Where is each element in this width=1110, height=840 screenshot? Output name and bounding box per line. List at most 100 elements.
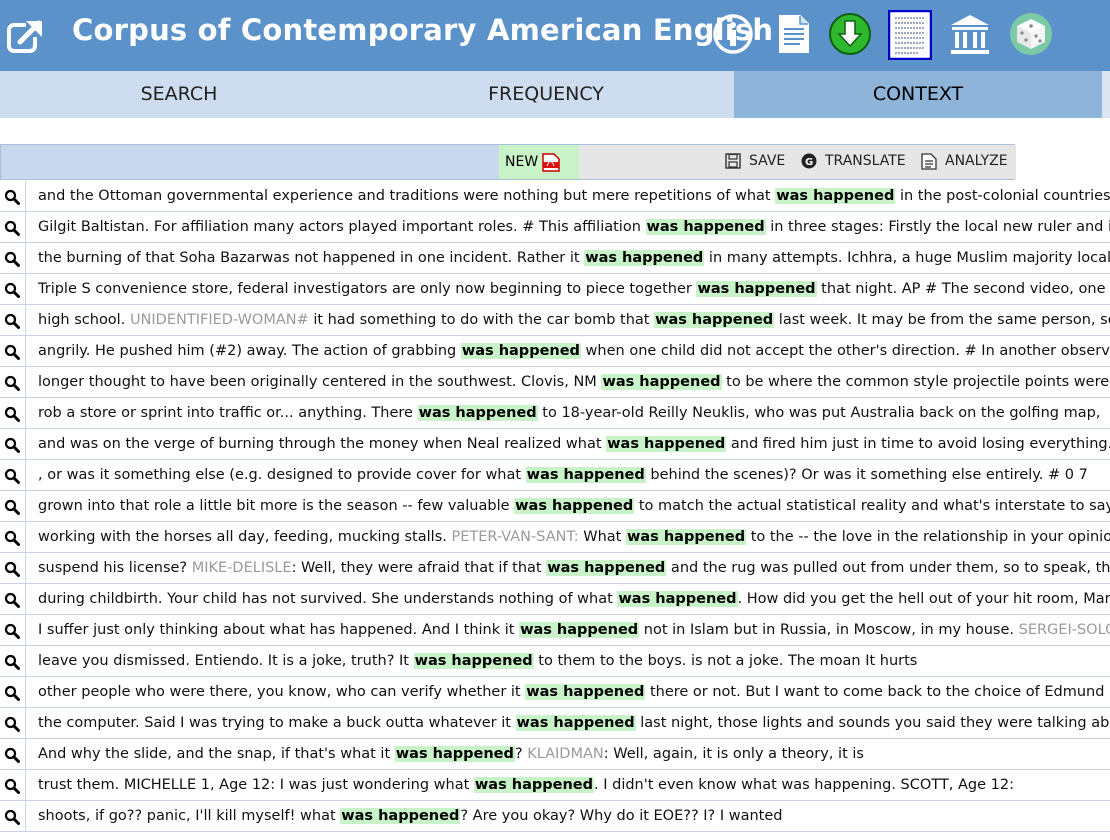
left-context: it had something to do with the car bomb… (308, 312, 655, 328)
result-row[interactable]: and was on the verge of burning through … (0, 429, 1110, 460)
result-row[interactable]: Triple S convenience store, federal inve… (0, 274, 1110, 305)
expand-context-button[interactable] (0, 243, 26, 273)
expand-context-button[interactable] (0, 708, 26, 738)
right-context: in three stages: Firstly the local new r… (770, 219, 1110, 235)
tab-frequency[interactable]: FREQUENCY (358, 71, 734, 118)
magnifier-icon (4, 499, 20, 515)
result-row[interactable]: suspend his license? MIKE-DELISLE: Well,… (0, 553, 1110, 584)
keyword-match: was happened (417, 405, 538, 421)
translate-button[interactable]: G TRANSLATE (801, 145, 911, 179)
external-link-icon[interactable] (6, 16, 46, 56)
result-row[interactable]: shoots, if go?? panic, I'll kill myself!… (0, 801, 1110, 832)
keyword-match: was happened (601, 374, 722, 390)
result-row[interactable]: working with the horses all day, feeding… (0, 522, 1110, 553)
magnifier-icon (4, 437, 20, 453)
right-context: last week. It may be from the same perso… (778, 312, 1110, 328)
result-row[interactable]: during childbirth. Your child has not su… (0, 584, 1110, 615)
result-row[interactable]: trust them. MICHELLE 1, Age 12: I was ju… (0, 770, 1110, 801)
expand-context-button[interactable] (0, 212, 26, 242)
save-button[interactable]: SAVE (725, 145, 795, 179)
app-header: Corpus of Contemporary American English (0, 0, 1110, 71)
info-icon[interactable] (711, 12, 755, 56)
right-context: and fired him just in time to avoid losi… (730, 436, 1110, 452)
left-context: suspend his license? (38, 560, 192, 576)
pdf-icon (542, 153, 560, 172)
magnifier-icon (4, 778, 20, 794)
left-context: high school. (38, 312, 130, 328)
keyword-match: was happened (696, 281, 817, 297)
expand-context-button[interactable] (0, 491, 26, 521)
result-row[interactable]: And why the slide, and the snap, if that… (0, 739, 1110, 770)
result-row[interactable]: Gilgit Baltistan. For affiliation many a… (0, 212, 1110, 243)
context-text: the burning of that Soha Bazarwas not ha… (38, 243, 1110, 273)
context-text: , or was it something else (e.g. designe… (38, 460, 1088, 490)
right-context: : Well, again, it is only a theory, it i… (603, 746, 864, 762)
result-row[interactable]: other people who were there, you know, w… (0, 677, 1110, 708)
analyze-button[interactable]: ANALYZE (921, 145, 1013, 179)
expand-context-button[interactable] (0, 553, 26, 583)
result-row[interactable]: and the Ottoman governmental experience … (0, 181, 1110, 212)
new-pdf-button[interactable]: NEW (499, 145, 579, 179)
left-context: And why the slide, and the snap, if that… (38, 746, 395, 762)
texts-icon[interactable] (888, 10, 932, 60)
result-row[interactable]: the computer. Said I was trying to make … (0, 708, 1110, 739)
left-context: Gilgit Baltistan. For affiliation many a… (38, 219, 646, 235)
document-icon[interactable] (772, 12, 816, 56)
left-context: leave you dismissed. Entiendo. It is a j… (38, 653, 414, 669)
result-row[interactable]: , or was it something else (e.g. designe… (0, 460, 1110, 491)
result-row[interactable]: angrily. He pushed him (#2) away. The ac… (0, 336, 1110, 367)
expand-context-button[interactable] (0, 677, 26, 707)
left-context: trust them. MICHELLE 1, Age 12: I was ju… (38, 777, 474, 793)
result-row[interactable]: high school. UNIDENTIFIED-WOMAN# it had … (0, 305, 1110, 336)
expand-context-button[interactable] (0, 460, 26, 490)
right-context: to match the actual statistical reality … (638, 498, 1110, 514)
keyword-match: was happened (775, 188, 896, 204)
translate-label: TRANSLATE (825, 153, 906, 169)
right-context: ? (514, 746, 528, 762)
keyword-match: was happened (525, 684, 646, 700)
right-context: to 18-year-old Reilly Neuklis, who was p… (537, 405, 1101, 421)
expand-context-button[interactable] (0, 801, 26, 831)
keyword-match: was happened (546, 560, 667, 576)
context-text: I suffer just only thinking about what h… (38, 615, 1110, 645)
expand-context-button[interactable] (0, 522, 26, 552)
result-row[interactable]: grown into that role a little bit more i… (0, 491, 1110, 522)
expand-context-button[interactable] (0, 584, 26, 614)
dice-icon[interactable] (1009, 12, 1053, 56)
tab-context[interactable]: CONTEXT (734, 71, 1102, 118)
kwic-results: and the Ottoman governmental experience … (0, 181, 1110, 832)
download-icon[interactable] (828, 12, 872, 56)
result-row[interactable]: I suffer just only thinking about what h… (0, 615, 1110, 646)
expand-context-button[interactable] (0, 367, 26, 397)
magnifier-icon (4, 375, 20, 391)
tab-search[interactable]: SEARCH (0, 71, 358, 118)
expand-context-button[interactable] (0, 429, 26, 459)
context-text: rob a store or sprint into traffic or...… (38, 398, 1101, 428)
result-row[interactable]: leave you dismissed. Entiendo. It is a j… (0, 646, 1110, 677)
expand-context-button[interactable] (0, 305, 26, 335)
result-row[interactable]: rob a store or sprint into traffic or...… (0, 398, 1110, 429)
right-context: ? Are you okay? Why do it EOE?? I? I wan… (460, 808, 783, 824)
tab-bar: SEARCH FREQUENCY CONTEXT (0, 71, 1110, 118)
result-row[interactable]: the burning of that Soha Bazarwas not ha… (0, 243, 1110, 274)
expand-context-button[interactable] (0, 181, 26, 211)
magnifier-icon (4, 747, 20, 763)
expand-context-button[interactable] (0, 646, 26, 676)
save-icon (725, 153, 741, 169)
museum-icon[interactable] (948, 12, 992, 56)
results-toolbar: NEW SAVE G TRANSLATE ANALYZE (0, 144, 1016, 180)
expand-context-button[interactable] (0, 398, 26, 428)
left-context: the computer. Said I was trying to make … (38, 715, 516, 731)
keyword-match: was happened (606, 436, 727, 452)
right-context: to the -- the love in the relationship i… (746, 529, 1110, 545)
svg-text:G: G (805, 157, 813, 168)
result-row[interactable]: longer thought to have been originally c… (0, 367, 1110, 398)
context-text: and was on the verge of burning through … (38, 429, 1110, 459)
context-text: other people who were there, you know, w… (38, 677, 1104, 707)
expand-context-button[interactable] (0, 770, 26, 800)
expand-context-button[interactable] (0, 336, 26, 366)
expand-context-button[interactable] (0, 615, 26, 645)
expand-context-button[interactable] (0, 274, 26, 304)
expand-context-button[interactable] (0, 739, 26, 769)
right-context: . I didn't even know what was happening.… (594, 777, 1014, 793)
